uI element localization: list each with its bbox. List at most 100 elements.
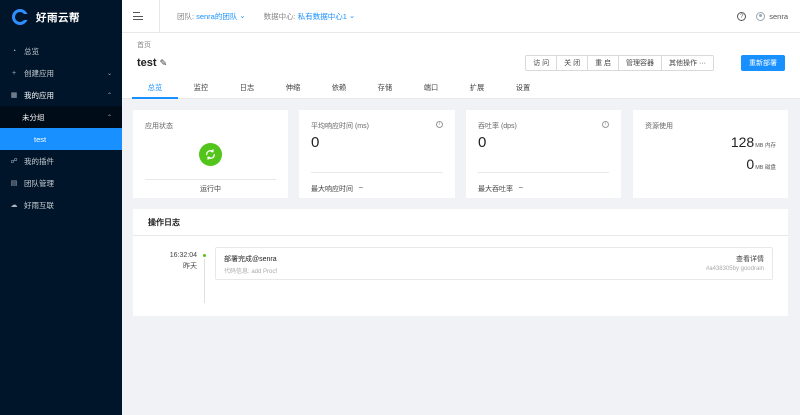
tab-ports[interactable]: 端口 (408, 82, 454, 99)
tab-bar: 总览 监控 日志 伸缩 依赖 存储 端口 扩展 设置 (132, 82, 546, 99)
card-title: 平均响应时间 (ms) (311, 123, 369, 130)
visit-button[interactable]: 访 问 (525, 55, 558, 71)
sidebar-item-create-app[interactable]: + 创建应用 ⌄ (0, 62, 122, 84)
datacenter-label: 数据中心: (263, 11, 296, 21)
datacenter-selector[interactable]: 数据中心: 私有数据中心1 ⌄ (264, 11, 356, 22)
tab-settings[interactable]: 设置 (500, 82, 546, 99)
sidebar-submenu: 未分组 ⌃ test (0, 106, 122, 150)
menu-fold-icon[interactable] (133, 12, 143, 20)
section-title: 操作日志 (133, 209, 788, 236)
team-value: senra的团队 (196, 11, 238, 21)
page-header: 首页 test ✎ 访 问 关 闭 重 启 管理容器 其他操作 ··· 重新部署… (122, 33, 800, 99)
memory-usage: 128 MB 内存 (731, 134, 776, 150)
sidebar-item-team-manage[interactable]: ▤ 团队管理 (0, 172, 122, 194)
cloud-link-icon: ☁ (10, 202, 18, 209)
username: senra (769, 12, 788, 21)
tab-extensions[interactable]: 扩展 (454, 82, 500, 99)
close-button[interactable]: 关 闭 (556, 55, 589, 71)
memory-value: 128 (730, 134, 755, 150)
sidebar-item-label: 总览 (24, 46, 39, 56)
app-name: test (137, 57, 157, 69)
tab-storage[interactable]: 存储 (362, 82, 408, 99)
max-throughput-label: 最大吞吐率 (478, 186, 513, 193)
log-day: 昨天 (183, 263, 197, 270)
edit-icon[interactable]: ✎ (160, 58, 168, 69)
log-commit: #a438305by goodrain (705, 266, 764, 272)
header-divider (159, 0, 160, 33)
chevron-down-icon: ⌄ (106, 70, 112, 77)
card-footer: 最大吞吐率 – (478, 184, 523, 194)
top-header: 团队: senra的团队 ⌄ 数据中心: 私有数据中心1 ⌄ ? senra (122, 0, 800, 33)
tab-overview[interactable]: 总览 (132, 82, 178, 99)
sidebar-item-overview[interactable]: ◔ 总览 (0, 40, 122, 62)
tab-scaling[interactable]: 伸缩 (270, 82, 316, 99)
response-time-card: 平均响应时间 (ms) i 0 最大响应时间 – (299, 110, 455, 198)
max-response-label: 最大响应时间 (311, 186, 353, 193)
divider (478, 172, 609, 173)
sidebar-item-app-test[interactable]: test (0, 128, 122, 150)
sidebar-item-label: 我的应用 (24, 90, 54, 100)
breadcrumb[interactable]: 首页 (137, 40, 151, 50)
sidebar-item-label: 未分组 (22, 112, 45, 122)
disk-usage: 0 MB 磁盘 (746, 156, 776, 172)
card-footer: 最大响应时间 – (311, 184, 363, 194)
max-throughput-value: – (519, 184, 523, 191)
info-icon[interactable]: i (602, 121, 609, 128)
sidebar-menu: ◔ 总览 + 创建应用 ⌄ ▦ 我的应用 ⌃ 未分组 ⌃ test ☍ 我的插件 (0, 40, 122, 216)
card-title: 吞吐率 (dps) (478, 123, 517, 130)
log-time: 16:32:04 (169, 252, 197, 259)
log-title: 部署完成@senra (224, 256, 277, 263)
operation-log-panel: 操作日志 16:32:04 昨天 部署完成@senra 查看详情 代码信息: a… (133, 209, 788, 316)
resource-usage-card: 资源使用 128 MB 内存 0 MB 磁盘 (633, 110, 788, 198)
tab-logs[interactable]: 日志 (224, 82, 270, 99)
page-title: test ✎ (137, 57, 167, 69)
response-time-value: 0 (311, 134, 320, 151)
view-details-link[interactable]: 查看详情 (736, 254, 764, 264)
timeline-line (204, 259, 205, 303)
team-selector[interactable]: 团队: senra的团队 ⌄ (177, 11, 246, 22)
chevron-up-icon: ⌃ (106, 114, 112, 121)
brand[interactable]: 好雨云帮 (0, 0, 122, 34)
divider (145, 179, 276, 180)
log-code-info: 代码信息: add Procf (224, 269, 278, 275)
plus-icon: + (11, 69, 17, 77)
tab-dependencies[interactable]: 依赖 (316, 82, 362, 99)
chevron-up-icon: ⌃ (106, 92, 112, 99)
help-icon[interactable]: ? (737, 12, 747, 21)
status-text: 运行中 (200, 186, 221, 193)
sidebar-item-label: 我的插件 (24, 156, 54, 166)
redeploy-button[interactable]: 重新部署 (741, 55, 785, 71)
more-actions-button[interactable]: 其他操作 ··· (661, 55, 714, 71)
header-right: ? senra (737, 0, 788, 33)
sidebar-item-ungrouped[interactable]: 未分组 ⌃ (0, 106, 122, 128)
sidebar-item-my-apps[interactable]: ▦ 我的应用 ⌃ (0, 84, 122, 106)
chevron-down-icon: ⌄ (348, 10, 356, 20)
sidebar-item-label: 团队管理 (24, 178, 54, 188)
apps-icon: ▦ (10, 92, 18, 99)
manage-container-button[interactable]: 管理容器 (618, 55, 663, 71)
sidebar-item-my-plugins[interactable]: ☍ 我的插件 (0, 150, 122, 172)
refresh-icon (199, 143, 222, 166)
plugin-icon: ☍ (10, 158, 18, 165)
max-response-value: – (359, 184, 363, 191)
sidebar-item-goodrain-interconnect[interactable]: ☁ 好雨互联 (0, 194, 122, 216)
team-label: 团队: (177, 11, 195, 21)
log-entry: 部署完成@senra 查看详情 代码信息: add Procf #a438305… (215, 247, 773, 280)
chevron-down-icon: ⌄ (239, 10, 246, 20)
datacenter-value: 私有数据中心1 (297, 11, 347, 21)
divider (311, 172, 443, 173)
sidebar-item-label: test (34, 134, 47, 144)
timeline-dot (203, 254, 206, 257)
tab-monitor[interactable]: 监控 (178, 82, 224, 99)
brand-logo-icon (12, 9, 28, 25)
dashboard-icon: ◔ (11, 47, 17, 55)
restart-button[interactable]: 重 启 (587, 55, 620, 71)
user-menu[interactable]: senra (756, 12, 788, 21)
log-timestamp: 16:32:04 昨天 (133, 250, 197, 272)
info-icon[interactable]: i (436, 121, 443, 128)
throughput-card: 吞吐率 (dps) i 0 最大吞吐率 – (466, 110, 621, 198)
card-title: 资源使用 (645, 123, 673, 130)
disk-value: 0 (746, 156, 755, 172)
disk-unit: MB 磁盘 (755, 165, 776, 171)
action-button-group: 访 问 关 闭 重 启 管理容器 其他操作 ··· (525, 55, 714, 71)
